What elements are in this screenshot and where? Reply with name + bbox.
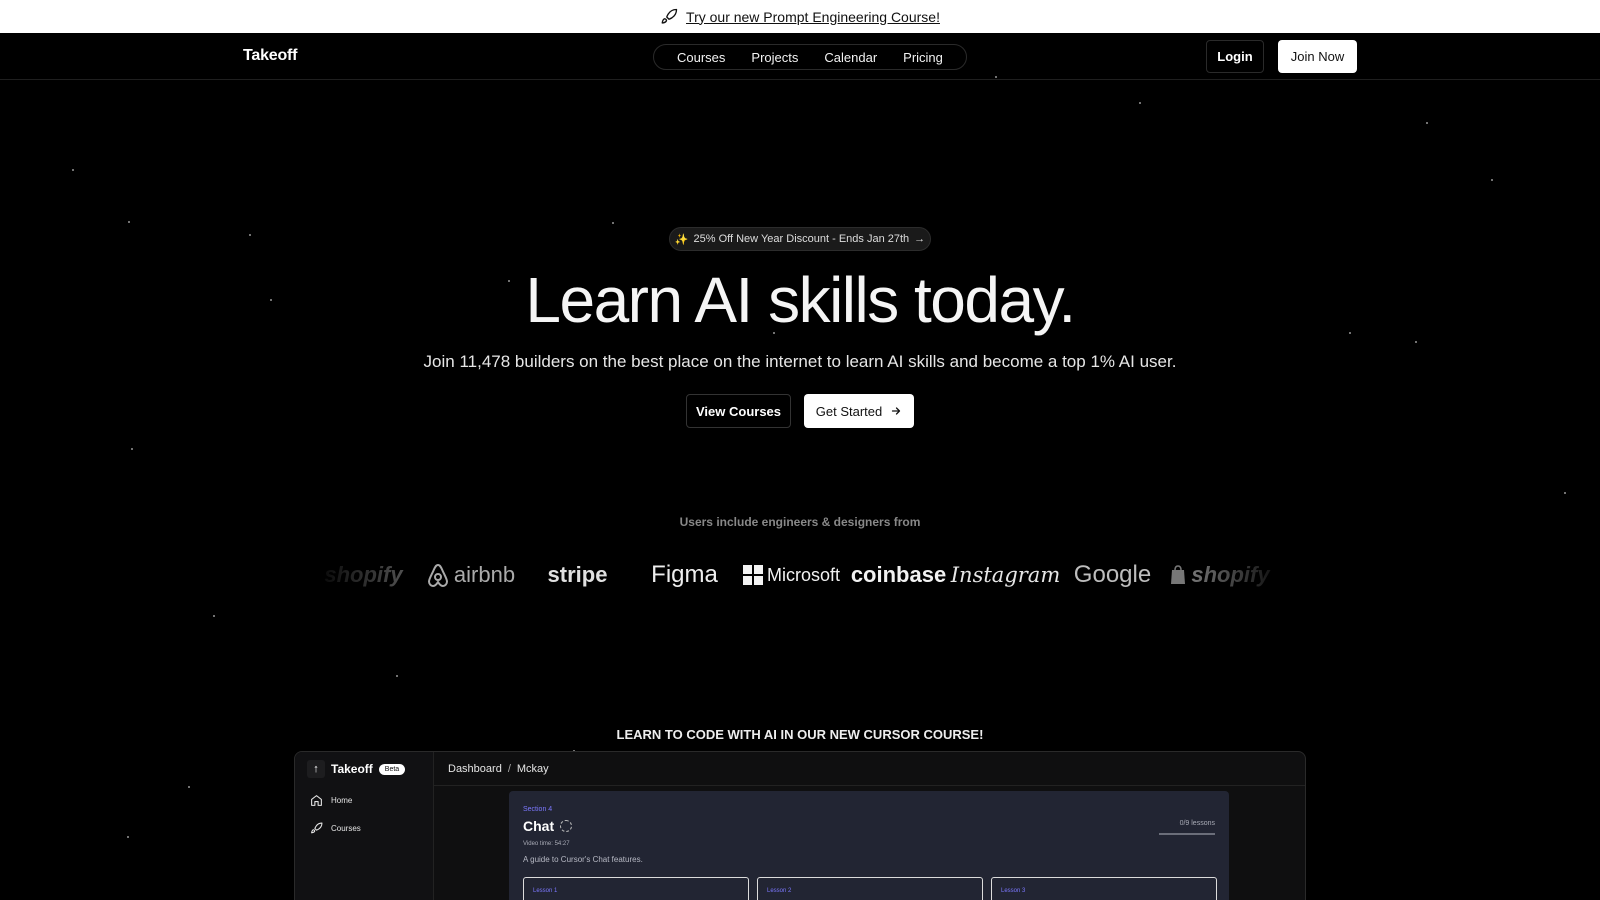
section-card: Section 4 Chat Video time: 54:27 A guide… xyxy=(509,791,1229,900)
announcement-link[interactable]: Try our new Prompt Engineering Course! xyxy=(686,9,940,25)
rocket-icon xyxy=(661,8,678,24)
airbnb-logo: airbnb xyxy=(417,562,524,588)
section-label: Section 4 xyxy=(523,806,553,813)
star xyxy=(249,234,251,236)
brand-logo[interactable]: Takeoff xyxy=(243,47,298,65)
breadcrumb-user[interactable]: Mckay xyxy=(517,763,549,775)
section-title: Chat xyxy=(523,818,573,834)
view-courses-button[interactable]: View Courses xyxy=(686,394,791,428)
airbnb-icon xyxy=(427,563,448,588)
logo-fade-right xyxy=(1190,550,1300,600)
preview-sidebar-item-home[interactable]: Home xyxy=(310,794,352,807)
beta-badge: Beta xyxy=(378,763,406,775)
lesson-card[interactable]: Lesson 2 xyxy=(757,877,983,900)
nav-link-pricing[interactable]: Pricing xyxy=(890,50,956,65)
star xyxy=(1415,341,1417,343)
microsoft-logo: Microsoft xyxy=(738,565,845,586)
coinbase-logo: coinbase xyxy=(850,562,947,587)
google-logo: Google xyxy=(1073,561,1152,588)
star xyxy=(1564,492,1566,494)
nav-link-calendar[interactable]: Calendar xyxy=(811,50,890,65)
star xyxy=(1139,102,1141,104)
arrow-right-icon xyxy=(892,407,901,415)
star xyxy=(396,675,398,677)
star xyxy=(213,615,215,617)
shopify-bag-icon xyxy=(1171,565,1186,584)
star xyxy=(131,448,133,450)
video-time: Video time: 54:27 xyxy=(523,841,570,847)
lesson-card[interactable]: Lesson 1 xyxy=(523,877,749,900)
star xyxy=(188,786,190,788)
breadcrumb-dashboard[interactable]: Dashboard xyxy=(448,763,502,775)
hero-title: Learn AI skills today. xyxy=(525,264,1076,336)
progress-circle-icon xyxy=(560,820,573,832)
top-nav: Takeoff Courses Projects Calendar Pricin… xyxy=(0,33,1600,80)
lesson-card[interactable]: Lesson 3 xyxy=(991,877,1217,900)
star xyxy=(72,169,74,171)
sparkle-icon: ✨ xyxy=(674,233,689,246)
arrow-right-icon: → xyxy=(914,233,926,245)
login-button[interactable]: Login xyxy=(1206,40,1264,73)
home-icon xyxy=(311,795,322,806)
get-started-button[interactable]: Get Started xyxy=(804,394,914,428)
hero-subtitle: Join 11,478 builders on the best place o… xyxy=(423,352,1177,371)
logo-fade-left xyxy=(300,550,410,600)
nav-links: Courses Projects Calendar Pricing xyxy=(653,44,967,70)
rocket-icon xyxy=(311,822,323,834)
announcement-bar: Try our new Prompt Engineering Course! xyxy=(0,0,1600,33)
lesson-progress-bar xyxy=(1159,833,1215,835)
company-logos: shopify airbnb stripe Figma Microsoft co… xyxy=(310,554,1290,596)
preview-sidebar-item-courses[interactable]: Courses xyxy=(310,822,361,835)
section-description: A guide to Cursor's Chat features. xyxy=(523,855,643,864)
preview-sidebar: ↑ Takeoff Beta Home Courses xyxy=(295,752,434,900)
stripe-logo: stripe xyxy=(547,562,608,587)
nav-link-courses[interactable]: Courses xyxy=(664,50,738,65)
discount-badge[interactable]: ✨ 25% Off New Year Discount - Ends Jan 2… xyxy=(669,227,931,251)
star xyxy=(1426,122,1428,124)
star xyxy=(128,221,130,223)
discount-text: 25% Off New Year Discount - Ends Jan 27t… xyxy=(693,233,910,245)
get-started-label: Get Started xyxy=(815,403,883,419)
dashboard-preview: ↑ Takeoff Beta Home Courses Dashboard / … xyxy=(294,751,1306,900)
lesson-progress: 0/9 lessons xyxy=(1179,820,1215,827)
nav-link-projects[interactable]: Projects xyxy=(738,50,811,65)
preview-brand: ↑ Takeoff Beta xyxy=(307,760,406,778)
cursor-course-heading: LEARN TO CODE WITH AI IN OUR NEW CURSOR … xyxy=(616,727,984,742)
figma-logo: Figma xyxy=(651,561,718,588)
preview-brand-name: Takeoff xyxy=(331,762,373,776)
star xyxy=(995,76,997,78)
microsoft-icon xyxy=(742,565,763,585)
preview-breadcrumb: Dashboard / Mckay xyxy=(434,752,1305,786)
takeoff-arrow-icon: ↑ xyxy=(307,760,325,778)
star xyxy=(127,836,129,838)
star xyxy=(1491,179,1493,181)
breadcrumb-separator: / xyxy=(507,762,511,775)
star xyxy=(612,222,614,224)
instagram-logo: Instagram xyxy=(950,563,1061,587)
users-include-label: Users include engineers & designers from xyxy=(679,515,921,529)
join-now-button[interactable]: Join Now xyxy=(1278,40,1357,73)
